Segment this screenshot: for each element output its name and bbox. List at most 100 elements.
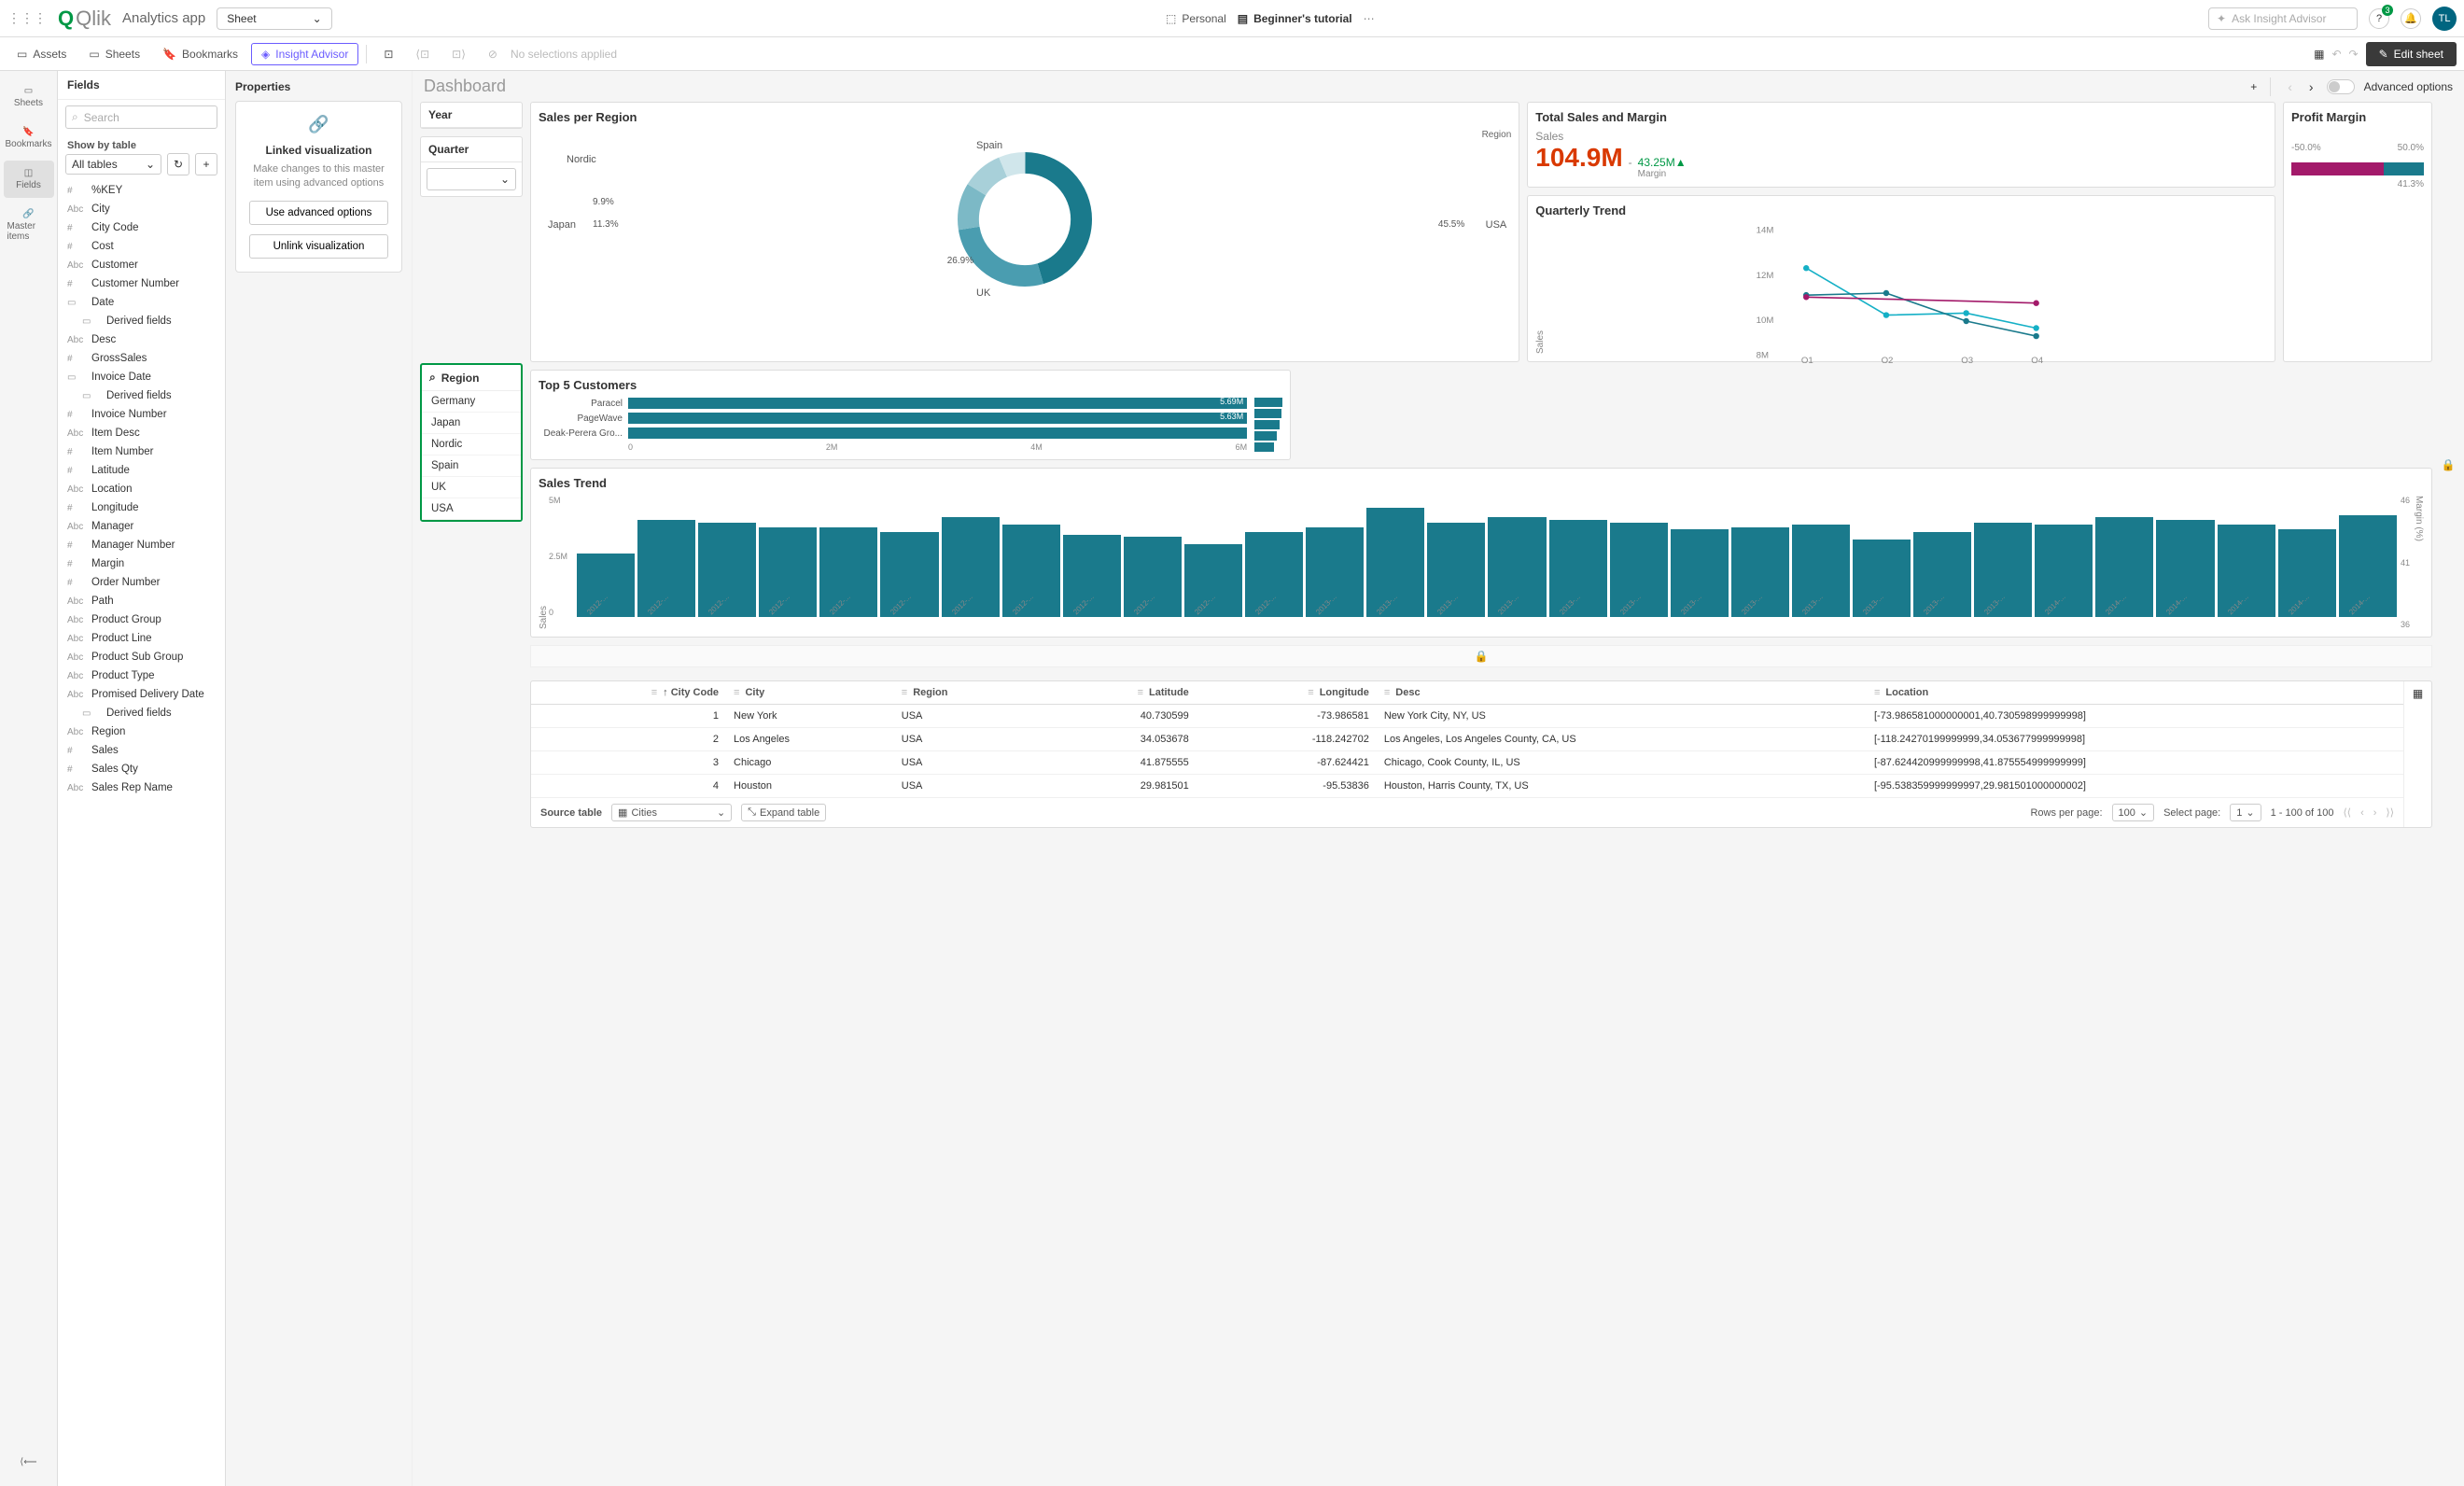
- rail-collapse[interactable]: ⟨⟵: [4, 1450, 54, 1475]
- field-item[interactable]: #Margin: [58, 554, 225, 573]
- rail-sheets[interactable]: ▭Sheets: [4, 78, 54, 116]
- total-sales-card[interactable]: Total Sales and Margin Sales 104.9M - 43…: [1527, 102, 2275, 188]
- year-filter[interactable]: Year: [420, 102, 523, 129]
- field-item[interactable]: #Longitude: [58, 498, 225, 517]
- edit-sheet-button[interactable]: ✎Edit sheet: [2366, 42, 2457, 66]
- column-header[interactable]: ≡City: [726, 681, 894, 705]
- selections-tool-icon[interactable]: ⊡: [374, 44, 402, 64]
- field-item[interactable]: AbcProduct Sub Group: [58, 648, 225, 666]
- top5-customers-card[interactable]: Top 5 Customers Paracel5.69MPageWave5.63…: [530, 370, 1291, 460]
- region-option[interactable]: Japan: [422, 413, 521, 434]
- rows-per-page-select[interactable]: 100⌄: [2112, 804, 2155, 821]
- refresh-button[interactable]: ↻: [167, 153, 189, 175]
- sheet-selector[interactable]: Sheet ⌄: [217, 7, 331, 30]
- field-item[interactable]: #Item Number: [58, 442, 225, 461]
- use-advanced-button[interactable]: Use advanced options: [249, 201, 388, 225]
- field-item[interactable]: AbcProduct Line: [58, 629, 225, 648]
- field-item[interactable]: #GrossSales: [58, 349, 225, 368]
- page-select[interactable]: 1⌄: [2230, 804, 2261, 821]
- field-item[interactable]: ▭Date: [58, 293, 225, 312]
- unlink-button[interactable]: Unlink visualization: [249, 234, 388, 259]
- field-item[interactable]: #Manager Number: [58, 536, 225, 554]
- sales-per-region-card[interactable]: Sales per Region Region USA 45.5: [530, 102, 1519, 362]
- personal-label[interactable]: ⬚ Personal: [1166, 12, 1226, 25]
- field-item[interactable]: ▭Invoice Date: [58, 368, 225, 386]
- advanced-toggle[interactable]: [2327, 79, 2355, 94]
- rail-fields[interactable]: ◫Fields: [4, 161, 54, 198]
- help-button[interactable]: ? 3: [2369, 8, 2389, 29]
- field-item[interactable]: AbcCity: [58, 200, 225, 218]
- table-row[interactable]: 2Los AngelesUSA34.053678-118.242702Los A…: [531, 728, 2403, 751]
- user-avatar[interactable]: TL: [2432, 7, 2457, 31]
- next-sheet[interactable]: ›: [2305, 77, 2317, 96]
- app-launcher-icon[interactable]: ⋮⋮⋮: [7, 10, 47, 26]
- field-item[interactable]: AbcProduct Group: [58, 610, 225, 629]
- column-header[interactable]: ≡Region: [894, 681, 1040, 705]
- table-row[interactable]: 3ChicagoUSA41.875555-87.624421Chicago, C…: [531, 751, 2403, 775]
- add-chart-icon[interactable]: +: [2250, 80, 2257, 93]
- right-lock-icon[interactable]: 🔒: [2440, 458, 2457, 471]
- fields-search[interactable]: ⌕ Search: [65, 105, 217, 129]
- field-item[interactable]: AbcItem Desc: [58, 424, 225, 442]
- table-row[interactable]: 1New YorkUSA40.730599-73.986581New York …: [531, 705, 2403, 728]
- more-icon[interactable]: ⋯: [1364, 12, 1375, 25]
- column-header[interactable]: ≡↑ City Code: [531, 681, 726, 705]
- field-item[interactable]: AbcLocation: [58, 480, 225, 498]
- bell-button[interactable]: 🔔: [2401, 8, 2421, 29]
- table-icon: ▦: [618, 806, 627, 819]
- field-item[interactable]: ▭Derived fields: [58, 312, 225, 330]
- field-item[interactable]: ▭Derived fields: [58, 704, 225, 722]
- field-item[interactable]: ▭Derived fields: [58, 386, 225, 405]
- field-item[interactable]: AbcPath: [58, 592, 225, 610]
- chevron-down-icon: ⌄: [146, 158, 155, 171]
- field-item[interactable]: AbcPromised Delivery Date: [58, 685, 225, 704]
- quarter-filter[interactable]: Quarter ⌄: [420, 136, 523, 197]
- region-option[interactable]: Nordic: [422, 434, 521, 456]
- clear-selection-icon: ⊘: [479, 44, 507, 64]
- field-item[interactable]: AbcCustomer: [58, 256, 225, 274]
- grid-icon[interactable]: ▦: [2314, 48, 2324, 61]
- svg-text:10M: 10M: [1757, 315, 1774, 326]
- field-item[interactable]: AbcDesc: [58, 330, 225, 349]
- field-item[interactable]: AbcProduct Type: [58, 666, 225, 685]
- field-item[interactable]: #%KEY: [58, 181, 225, 200]
- field-item[interactable]: #Customer Number: [58, 274, 225, 293]
- expand-table-button[interactable]: ⤡Expand table: [741, 804, 826, 821]
- column-header[interactable]: ≡Latitude: [1039, 681, 1197, 705]
- field-list[interactable]: #%KEYAbcCity#City Code#CostAbcCustomer#C…: [58, 181, 225, 1486]
- table-row[interactable]: 4HoustonUSA29.981501-95.53836Houston, Ha…: [531, 775, 2403, 798]
- region-option[interactable]: UK: [422, 477, 521, 498]
- field-item[interactable]: #Sales Qty: [58, 760, 225, 778]
- region-option[interactable]: Germany: [422, 391, 521, 413]
- field-item[interactable]: #Order Number: [58, 573, 225, 592]
- tutorial-link[interactable]: ▤ Beginner's tutorial: [1238, 12, 1352, 25]
- field-item[interactable]: #Latitude: [58, 461, 225, 480]
- field-item[interactable]: #City Code: [58, 218, 225, 237]
- field-item[interactable]: #Sales: [58, 741, 225, 760]
- field-item[interactable]: #Invoice Number: [58, 405, 225, 424]
- sheets-button[interactable]: ▭Sheets: [79, 44, 149, 64]
- field-item[interactable]: AbcManager: [58, 517, 225, 536]
- lock-bar[interactable]: 🔒: [530, 645, 2432, 667]
- all-tables-select[interactable]: All tables⌄: [65, 154, 161, 175]
- column-header[interactable]: ≡Longitude: [1197, 681, 1377, 705]
- source-table-select[interactable]: ▦Cities⌄: [611, 804, 732, 821]
- field-item[interactable]: #Cost: [58, 237, 225, 256]
- quarterly-trend-card[interactable]: Quarterly Trend Sales 14M 12M 10M 8M: [1527, 195, 2275, 362]
- table-sidebar-icon[interactable]: ▦: [2403, 681, 2431, 827]
- column-header[interactable]: ≡Location: [1867, 681, 2403, 705]
- bookmarks-button[interactable]: 🔖Bookmarks: [153, 44, 247, 64]
- profit-margin-card[interactable]: Profit Margin -50.0%50.0% 41.3%: [2283, 102, 2432, 362]
- assets-button[interactable]: ▭Assets: [7, 44, 76, 64]
- field-item[interactable]: AbcRegion: [58, 722, 225, 741]
- sales-trend-card[interactable]: Sales Trend Sales 5M2.5M0 2012-...2012-.…: [530, 468, 2432, 638]
- region-option[interactable]: Spain: [422, 456, 521, 477]
- insight-search[interactable]: ✦ Ask Insight Advisor: [2208, 7, 2358, 30]
- rail-master[interactable]: 🔗Master items: [4, 202, 54, 249]
- region-option[interactable]: USA: [422, 498, 521, 520]
- column-header[interactable]: ≡Desc: [1377, 681, 1867, 705]
- add-button[interactable]: +: [195, 153, 217, 175]
- rail-bookmarks[interactable]: 🔖Bookmarks: [4, 119, 54, 157]
- insight-advisor-button[interactable]: ◈Insight Advisor: [251, 43, 358, 65]
- field-item[interactable]: AbcSales Rep Name: [58, 778, 225, 797]
